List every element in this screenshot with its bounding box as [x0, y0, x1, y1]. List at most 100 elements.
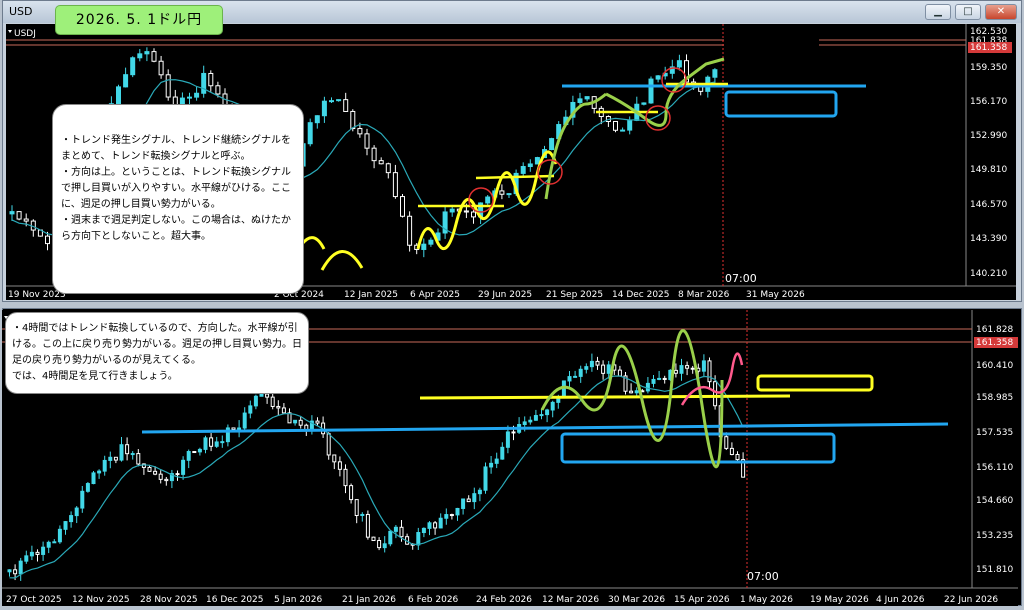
candle-body: [203, 437, 208, 450]
candle-body: [620, 129, 626, 132]
candle-body: [444, 514, 449, 519]
candle-body: [35, 551, 40, 555]
candle-body: [16, 211, 22, 220]
candle-body: [7, 569, 12, 573]
candle-body: [489, 462, 494, 468]
date-label: 31 May 2026: [746, 290, 805, 300]
candle-body: [29, 551, 34, 557]
close-button[interactable]: ✕: [985, 4, 1017, 20]
note-line: ・トレンド発生シグナル、トレンド継続シグナルをまとめて、トレンド転換シグナルと呼…: [61, 135, 291, 162]
time-marker: 07:00: [747, 570, 779, 583]
candle-body: [13, 569, 18, 575]
price-label: 159.350: [970, 63, 1007, 73]
candle-body: [567, 376, 572, 382]
candle-body: [215, 85, 221, 95]
candle-body: [573, 375, 578, 378]
candle-body: [63, 521, 68, 530]
note-line: ・方向は上。ということは、トレンド転換シグナルで押し目買いが入りやすい。水平線が…: [61, 167, 291, 210]
candle-body: [472, 493, 477, 503]
target-box-yellow: [756, 374, 874, 392]
candle-body: [629, 390, 634, 394]
weekly-note-balloon: ・トレンド発生シグナル、トレンド継続シグナルをまとめて、トレンド転換シグナルと呼…: [52, 104, 304, 294]
candle-body: [400, 196, 405, 217]
candle-body: [662, 377, 667, 380]
candle-body: [130, 57, 136, 76]
price-label: 151.810: [976, 565, 1013, 575]
candle-body: [673, 369, 678, 374]
candle-body: [242, 412, 247, 429]
candle-body: [578, 368, 583, 377]
symbol-label: USDJ: [14, 29, 36, 39]
candle-body: [641, 102, 647, 105]
date-label: 5 Jan 2026: [274, 595, 322, 605]
candle-body: [281, 407, 286, 414]
date-label: 1 May 2026: [740, 595, 793, 605]
candle-body: [158, 60, 164, 76]
minimize-button[interactable]: ▁: [925, 4, 951, 20]
candle-body: [539, 414, 544, 417]
price-label: 161.358: [976, 338, 1013, 348]
date-label: 27 Oct 2025: [6, 595, 62, 605]
candle-body: [315, 420, 320, 424]
candle-body: [208, 72, 214, 87]
candle-body: [214, 441, 219, 447]
candle-body: [416, 532, 421, 546]
candle-body: [713, 381, 718, 407]
candle-body: [392, 172, 398, 198]
candle-body: [85, 483, 90, 492]
candle-body: [336, 99, 342, 102]
candle-body: [164, 478, 169, 482]
date-label: 8 Mar 2026: [678, 290, 730, 300]
candle-body: [209, 437, 214, 447]
candle-body: [326, 433, 331, 456]
candle-body: [194, 92, 200, 98]
candle-body: [449, 514, 454, 517]
date-label: 15 Apr 2026: [674, 595, 730, 605]
candle-body: [645, 382, 650, 392]
candle-body: [561, 380, 566, 399]
time-marker: 07:00: [725, 272, 757, 285]
candle-body: [399, 526, 404, 538]
candle-body: [545, 409, 550, 416]
date-label: 16 Dec 2025: [206, 595, 264, 605]
candle-body: [153, 470, 158, 475]
target-box-blue: [560, 432, 836, 464]
candle-body: [175, 473, 180, 476]
price-label: 161.828: [976, 325, 1013, 335]
candle-body: [463, 210, 469, 213]
candle-body: [113, 456, 118, 461]
candle-body: [533, 415, 538, 421]
candle-body: [116, 86, 121, 105]
maximize-button[interactable]: □: [955, 4, 981, 20]
candle-body: [378, 160, 384, 165]
candle-body: [471, 211, 476, 218]
candle-body: [724, 436, 729, 449]
candle-body: [506, 193, 512, 196]
candle-body: [357, 128, 363, 135]
candle-body: [483, 466, 488, 491]
date-label: 14 Dec 2025: [612, 290, 670, 300]
candle-body: [449, 208, 455, 213]
time-axis: 27 Oct 2025 12 Nov 2025 28 Nov 2025 16 Dec …: [6, 595, 998, 605]
dropdown-icon[interactable]: [8, 30, 12, 33]
candle-body: [45, 235, 50, 245]
candle-body: [276, 405, 281, 409]
candle-body: [57, 528, 62, 543]
candle-body: [385, 163, 391, 174]
candle-body: [655, 75, 661, 80]
candle-body: [511, 431, 516, 434]
price-label: 143.390: [970, 234, 1007, 244]
candle-body: [601, 364, 606, 374]
candle-body: [350, 110, 356, 130]
candle-body: [679, 365, 684, 374]
candle-body: [499, 190, 505, 195]
price-label: 152.990: [970, 131, 1007, 141]
candle-body: [74, 507, 79, 517]
candle-body: [455, 507, 460, 516]
candle-body: [528, 419, 533, 423]
arc-yellow: [320, 250, 364, 271]
candle-body: [181, 459, 186, 475]
price-axis: 161.828 161.358 160.410 158.985 157.535 156.1…: [974, 325, 1018, 575]
date-label: 12 Nov 2025: [72, 595, 130, 605]
candle-body: [712, 69, 718, 78]
